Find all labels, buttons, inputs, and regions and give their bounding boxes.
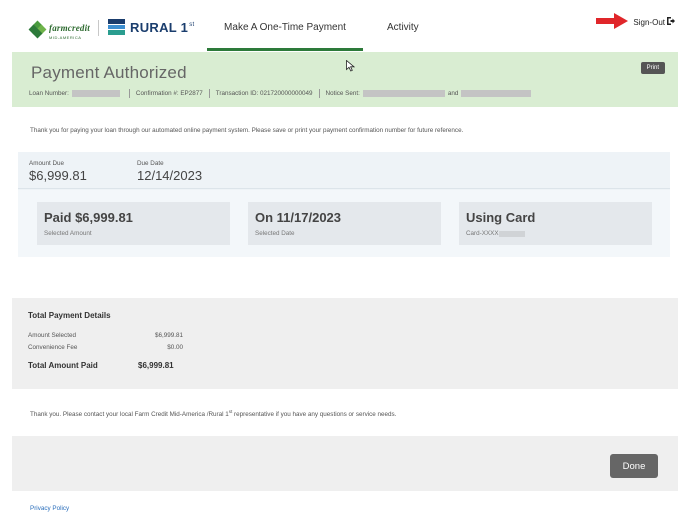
convenience-fee-row: Convenience Fee $0.00 [28, 344, 183, 351]
payment-meta-row: Loan Number: Confirmation #: EP2877 Tran… [29, 89, 534, 98]
logo-divider [98, 20, 99, 36]
due-date: Due Date 12/14/2023 [137, 160, 202, 183]
farm-credit-logo-icon [28, 20, 47, 39]
amount-due: Amount Due $6,999.81 [29, 160, 87, 183]
selected-date-card: On 11/17/2023 Selected Date [248, 202, 441, 245]
farm-credit-logo-name: farmcredit [49, 23, 90, 33]
confirmation-label: Confirmation #: [135, 90, 179, 97]
contact-message-pre: Thank you. Please contact your local Far… [30, 411, 229, 419]
sign-out-link[interactable]: Sign-Out [633, 17, 675, 27]
action-bar: Done [12, 436, 678, 491]
sign-out-icon [667, 17, 675, 27]
due-date-value: 12/14/2023 [137, 168, 203, 183]
total-amount-paid-label: Total Amount Paid [28, 361, 98, 370]
amount-selected-row: Amount Selected $6,999.81 [28, 332, 183, 339]
amount-due-label: Amount Due [29, 160, 65, 167]
payment-method-title: Using Card [466, 210, 536, 225]
total-amount-paid-row: Total Amount Paid $6,999.81 [28, 361, 183, 370]
amount-due-value: $6,999.81 [29, 168, 87, 183]
tab-make-one-time-payment[interactable]: Make A One-Time Payment [207, 22, 363, 33]
notice-sent-label: Notice Sent: [325, 90, 360, 97]
payment-method-subtitle: Card-XXXX [466, 230, 528, 237]
selected-date-title: On 11/17/2023 [255, 210, 342, 225]
totals-title: Total Payment Details [28, 311, 111, 320]
transaction-id-label: Transaction ID: [215, 90, 259, 97]
contact-message: Thank you. Please contact your local Far… [30, 409, 396, 418]
convenience-fee-label: Convenience Fee [28, 344, 78, 351]
sign-out-label: Sign-Out [633, 17, 665, 27]
total-amount-paid-value: $6,999.81 [138, 361, 174, 370]
confirmation-message: Thank you for paying your loan through o… [30, 127, 464, 134]
rural-1st-logo-icon [108, 19, 125, 35]
due-row: Amount Due $6,999.81 Due Date 12/14/2023 [18, 152, 670, 189]
arrow-right-icon [596, 13, 628, 29]
loan-number-redacted [71, 90, 120, 97]
card-number-label: Card-XXXX [466, 230, 499, 237]
total-payment-details: Total Payment Details Amount Selected $6… [12, 298, 678, 389]
payment-authorized-banner: Payment Authorized Print Loan Number: Co… [12, 52, 678, 107]
transaction-id-value: 021720000000049 [260, 90, 313, 97]
due-date-label: Due Date [137, 160, 164, 167]
amount-selected-value: $6,999.81 [154, 332, 183, 339]
rural-1st-logo-name: RURAL 1 [130, 19, 189, 35]
print-button[interactable]: Print [640, 62, 665, 74]
rural-1st-logo-sup: st [189, 22, 195, 29]
confirmation-value: EP2877 [180, 90, 203, 97]
selected-date-subtitle: Selected Date [255, 230, 295, 237]
privacy-policy-link[interactable]: Privacy Policy [30, 505, 69, 512]
amount-selected-label: Amount Selected [28, 332, 76, 339]
payment-summary: Amount Due $6,999.81 Due Date 12/14/2023… [18, 152, 670, 257]
selected-amount-card: Paid $6,999.81 Selected Amount [37, 202, 230, 245]
loan-number-label: Loan Number: [29, 90, 69, 97]
notice-phone-redacted [461, 90, 532, 97]
mouse-cursor-icon [346, 60, 355, 72]
farm-credit-logo-sub: MID-AMERICA [49, 35, 82, 40]
page-header: farmcredit MID-AMERICA RURAL 1st Make A … [0, 0, 683, 52]
page-title: Payment Authorized [31, 63, 187, 82]
convenience-fee-value: $0.00 [167, 344, 183, 351]
selected-amount-subtitle: Selected Amount [44, 230, 92, 237]
done-button[interactable]: Done [610, 454, 658, 478]
payment-method-card: Using Card Card-XXXX [459, 202, 652, 245]
card-number-redacted [498, 230, 525, 237]
notice-email-redacted [362, 90, 445, 97]
active-tab-indicator [207, 48, 363, 51]
farm-credit-logo[interactable]: farmcredit MID-AMERICA [28, 19, 90, 40]
tab-activity[interactable]: Activity [387, 22, 419, 33]
notice-and-text: and [447, 90, 459, 97]
selected-amount-title: Paid $6,999.81 [44, 210, 133, 225]
contact-message-post: representative if you have any questions… [232, 411, 397, 419]
rural-1st-logo[interactable]: RURAL 1st [108, 19, 194, 35]
payment-cards: Paid $6,999.81 Selected Amount On 11/17/… [18, 190, 670, 257]
